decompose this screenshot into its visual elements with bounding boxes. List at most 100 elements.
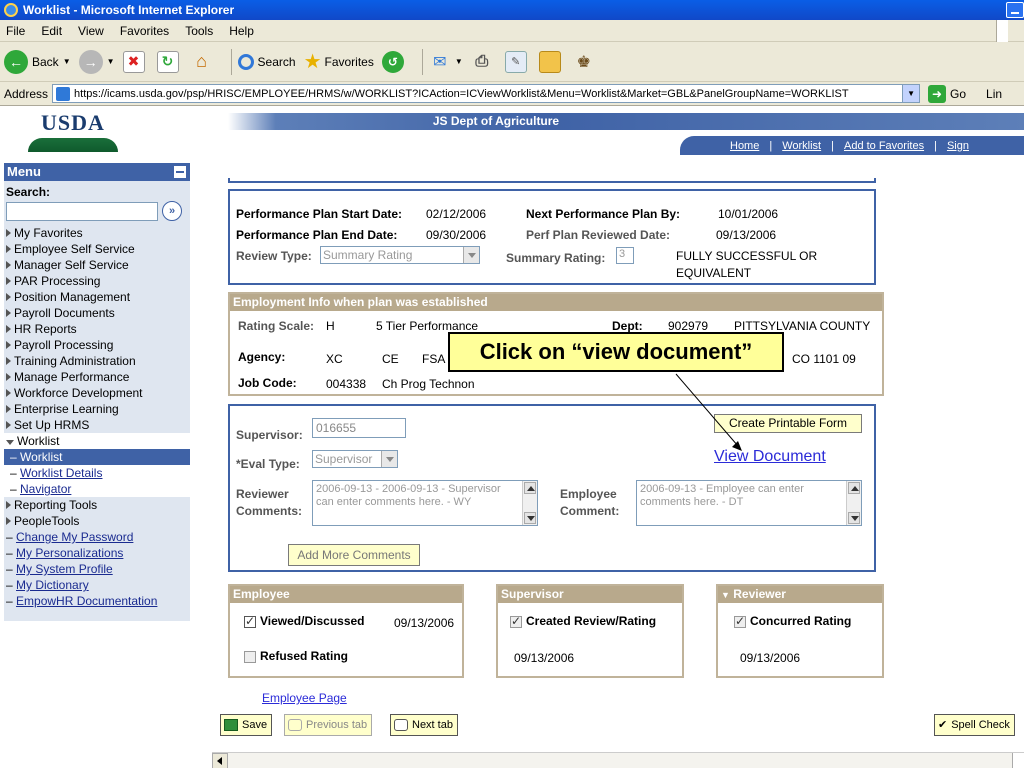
menu-file[interactable]: File <box>6 24 25 38</box>
view-document-link[interactable]: View Document <box>714 448 826 466</box>
employee-comment-label-2: Comment: <box>560 504 620 518</box>
address-dropdown-icon[interactable]: ▼ <box>902 85 920 102</box>
collapse-menu-icon[interactable] <box>174 166 186 178</box>
stop-button[interactable]: ✖ <box>122 50 149 73</box>
review-type-select[interactable]: Summary Rating <box>320 246 480 264</box>
search-button[interactable]: Search <box>237 53 296 70</box>
sidebar-item-par-processing[interactable]: PAR Processing <box>4 273 190 289</box>
scroll-right-icon[interactable] <box>1012 753 1024 768</box>
nav-sign-out[interactable]: Sign <box>947 140 969 152</box>
menu-help[interactable]: Help <box>229 24 254 38</box>
textarea-scrollbar[interactable] <box>846 481 861 525</box>
menu-tools[interactable]: Tools <box>185 24 213 38</box>
sidebar-item-my-dictionary[interactable]: – My Dictionary <box>4 577 190 593</box>
forward-button[interactable]: → ▼ <box>78 49 115 74</box>
employee-comment-text: 2006-09-13 - Employee can enter comments… <box>640 483 804 508</box>
supervisor-input[interactable]: 016655 <box>312 418 406 438</box>
sidebar-item-payroll-documents[interactable]: Payroll Documents <box>4 305 190 321</box>
scroll-down-icon[interactable] <box>848 512 860 524</box>
menu-edit[interactable]: Edit <box>41 24 62 38</box>
address-input[interactable]: https://icams.usda.gov/psp/HRISC/EMPLOYE… <box>52 84 921 103</box>
refused-rating-label: Refused Rating <box>260 649 349 663</box>
textarea-scrollbar[interactable] <box>522 481 537 525</box>
employee-comment-textarea[interactable]: 2006-09-13 - Employee can enter comments… <box>636 480 862 526</box>
refused-rating-checkbox[interactable] <box>244 650 256 663</box>
sidebar-item-training-administration[interactable]: Training Administration <box>4 353 190 369</box>
sidebar-item-label: EmpowHR Documentation <box>16 594 158 608</box>
sidebar-item-workforce-development[interactable]: Workforce Development <box>4 385 190 401</box>
sidebar-item-peopletools[interactable]: PeopleTools <box>4 513 190 529</box>
sidebar-item-reporting-tools[interactable]: Reporting Tools <box>4 497 190 513</box>
sidebar-item-enterprise-learning[interactable]: Enterprise Learning <box>4 401 190 417</box>
viewed-discussed-row[interactable]: Viewed/Discussed <box>244 614 365 628</box>
add-more-comments-button[interactable]: Add More Comments <box>288 544 420 566</box>
sidebar-item-my-system-profile[interactable]: – My System Profile <box>4 561 190 577</box>
nav-home[interactable]: Home <box>730 140 759 152</box>
sidebar-search-input[interactable] <box>6 201 158 221</box>
review-type-label: Review Type: <box>236 249 312 263</box>
sidebar-item-label: Manage Performance <box>14 370 130 384</box>
research-button[interactable]: ♚ <box>573 51 599 73</box>
refresh-button[interactable]: ↻ <box>156 50 183 73</box>
menu-favorites[interactable]: Favorites <box>120 24 169 38</box>
nav-add-to-favorites[interactable]: Add to Favorites <box>844 140 924 152</box>
scroll-up-icon[interactable] <box>524 482 536 494</box>
sidebar-item-label: Reporting Tools <box>14 498 98 512</box>
sidebar-item-navigator[interactable]: – Navigator <box>4 481 190 497</box>
sidebar-item-my-personalizations[interactable]: – My Personalizations <box>4 545 190 561</box>
scroll-down-icon[interactable] <box>524 512 536 524</box>
summary-rating-field: 3 <box>616 247 634 264</box>
expand-triangle-icon <box>6 261 11 269</box>
sidebar-item-manage-performance[interactable]: Manage Performance <box>4 369 190 385</box>
sidebar-item-my-favorites[interactable]: My Favorites <box>4 225 190 241</box>
refused-rating-row[interactable]: Refused Rating <box>244 649 348 663</box>
links-button[interactable]: Lin <box>986 87 1002 101</box>
back-button[interactable]: ← Back ▼ <box>4 49 71 74</box>
nav-worklist[interactable]: Worklist <box>782 140 821 152</box>
sidebar-item-label: Manager Self Service <box>14 258 129 272</box>
favorites-button[interactable]: ★ Favorites <box>304 49 374 74</box>
sidebar-item-payroll-processing[interactable]: Payroll Processing <box>4 337 190 353</box>
viewed-discussed-checkbox[interactable] <box>244 614 256 628</box>
reviewer-comments-textarea[interactable]: 2006-09-13 - 2006-09-13 - Supervisor can… <box>312 480 538 526</box>
create-printable-form-button[interactable]: Create Printable Form <box>714 414 862 433</box>
sidebar-item-label: Employee Self Service <box>14 242 135 256</box>
mail-button[interactable]: ✉ ▼ <box>429 51 463 73</box>
sidebar-item-worklist[interactable]: Worklist <box>4 433 190 449</box>
dropdown-arrow-icon <box>381 451 397 467</box>
sidebar-item-set-up-hrms[interactable]: Set Up HRMS <box>4 417 190 433</box>
search-go-icon[interactable]: » <box>162 201 182 221</box>
print-button[interactable]: ⎙ <box>471 51 497 73</box>
sidebar-item-change-my-password[interactable]: – Change My Password <box>4 529 190 545</box>
sidebar-item-worklist-details[interactable]: – Worklist Details <box>4 465 190 481</box>
eval-type-select[interactable]: Supervisor <box>312 450 398 468</box>
scroll-left-icon[interactable] <box>212 753 228 768</box>
go-button[interactable]: ➜ Go <box>928 84 966 103</box>
next-tab-icon <box>394 719 408 731</box>
scroll-up-icon[interactable] <box>848 482 860 494</box>
sidebar-item-hr-reports[interactable]: HR Reports <box>4 321 190 337</box>
sidebar-item-position-management[interactable]: Position Management <box>4 289 190 305</box>
spell-check-label: Spell Check <box>951 719 1010 731</box>
search-label: Search <box>257 54 296 69</box>
folder-button[interactable] <box>538 50 565 73</box>
reviewer-label-1: Reviewer <box>236 487 289 501</box>
previous-tab-button[interactable]: Previous tab <box>284 714 373 736</box>
minimize-button[interactable] <box>1006 2 1024 18</box>
sidebar-item-manager-self-service[interactable]: Manager Self Service <box>4 257 190 273</box>
history-button[interactable]: ↺ <box>381 50 408 73</box>
horizontal-scrollbar[interactable] <box>212 752 1024 768</box>
spell-check-button[interactable]: ✔ Spell Check <box>934 714 1015 736</box>
review-type-dropdown[interactable]: Summary Rating <box>320 246 480 264</box>
edit-button[interactable]: ✎ <box>504 50 531 73</box>
home-button[interactable]: ⌂ <box>191 51 217 73</box>
sidebar-item-employee-self-service[interactable]: Employee Self Service <box>4 241 190 257</box>
eval-type-dropdown[interactable]: Supervisor <box>312 450 398 468</box>
save-button[interactable]: Save <box>220 714 273 736</box>
sidebar-item-empowhr-documentation[interactable]: – EmpowHR Documentation <box>4 593 190 609</box>
menu-view[interactable]: View <box>78 24 104 38</box>
next-tab-button[interactable]: Next tab <box>390 714 458 736</box>
collapse-triangle-icon[interactable]: ▼ <box>721 590 730 600</box>
employee-page-link[interactable]: Employee Page <box>262 691 347 705</box>
sidebar-item-worklist[interactable]: – Worklist <box>4 449 190 465</box>
